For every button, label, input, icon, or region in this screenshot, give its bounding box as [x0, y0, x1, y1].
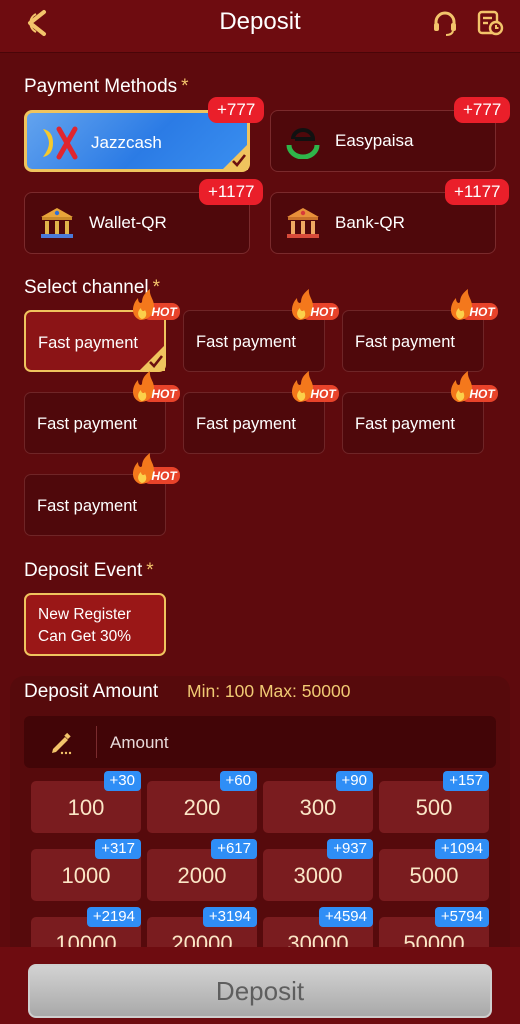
- amount-value: 5000: [409, 863, 459, 888]
- amount-bonus-badge: +60: [219, 771, 257, 791]
- deposit-amount-limits: Min: 100 Max: 50000: [187, 681, 351, 701]
- payment-method-label: Bank-QR: [335, 213, 405, 232]
- customer-support-icon[interactable]: [430, 8, 460, 43]
- hot-fire-badge-icon: HOT: [292, 289, 339, 320]
- input-divider: [96, 726, 97, 758]
- amount-bonus-badge: +2194: [86, 907, 141, 927]
- deposit-event-heading: Deposit Event *: [24, 560, 154, 582]
- selected-check-icon: [222, 144, 248, 170]
- svg-text:HOT: HOT: [151, 469, 178, 483]
- hot-fire-badge-icon: HOT: [451, 371, 498, 402]
- amount-bonus-badge: +1094: [434, 839, 489, 859]
- selected-check-icon: [139, 345, 165, 371]
- svg-text:HOT: HOT: [310, 305, 337, 319]
- payment-methods-label: Payment Methods: [24, 76, 178, 97]
- channel-label: Fast payment: [355, 333, 455, 351]
- amount-bonus-badge: +90: [335, 771, 373, 791]
- deposit-history-icon[interactable]: [476, 9, 504, 42]
- amount-input[interactable]: [108, 724, 482, 762]
- amount-option-button[interactable]: 5000 +1094: [379, 839, 489, 901]
- amount-bonus-badge: +157: [443, 771, 489, 791]
- amount-option-button[interactable]: 1000 +317: [31, 839, 141, 901]
- channel-label: Fast payment: [196, 415, 296, 433]
- required-mark: *: [181, 76, 189, 97]
- bank-building-icon: [287, 208, 319, 238]
- easypaisa-logo-icon: [286, 128, 320, 159]
- svg-text:HOT: HOT: [151, 305, 178, 319]
- svg-text:HOT: HOT: [469, 387, 496, 401]
- svg-text:HOT: HOT: [151, 387, 178, 401]
- pencil-icon: [52, 732, 72, 755]
- amount-option-button[interactable]: 300 +90: [263, 771, 373, 833]
- amount-value: 100: [67, 795, 105, 820]
- top-bar: Deposit: [0, 0, 520, 53]
- deposit-amount-label: Deposit Amount: [24, 681, 159, 702]
- amount-value: 2000: [177, 863, 227, 888]
- svg-text:HOT: HOT: [310, 387, 337, 401]
- bank-building-icon: [41, 208, 73, 238]
- amount-bonus-badge: +317: [95, 839, 141, 859]
- bonus-badge: +1177: [445, 179, 510, 205]
- amount-option-button[interactable]: 200 +60: [147, 771, 257, 833]
- deposit-event-new-register[interactable]: New Register Can Get 30%: [24, 593, 166, 656]
- event-line-1: New Register: [38, 606, 132, 623]
- payment-method-label: Easypaisa: [335, 131, 414, 150]
- channel-label: Fast payment: [355, 415, 455, 433]
- hot-fire-badge-icon: HOT: [292, 371, 339, 402]
- channel-label: Fast payment: [37, 415, 137, 433]
- channel-label: Fast payment: [196, 333, 296, 351]
- amount-field[interactable]: [24, 716, 496, 768]
- hot-fire-badge-icon: HOT: [451, 289, 498, 320]
- amount-option-button[interactable]: 3000 +937: [263, 839, 373, 901]
- bonus-badge: +777: [208, 97, 265, 123]
- payment-method-label: Wallet-QR: [89, 213, 167, 232]
- amount-bonus-badge: +3194: [202, 907, 257, 927]
- amount-value: 1000: [61, 863, 111, 888]
- payment-methods-heading: Payment Methods *: [24, 76, 189, 98]
- amount-option-button[interactable]: 100 +30: [31, 771, 141, 833]
- amount-value: 500: [415, 795, 453, 820]
- amount-option-button[interactable]: 500 +157: [379, 771, 489, 833]
- hot-fire-badge-icon: HOT: [133, 289, 180, 320]
- payment-method-label: Jazzcash: [91, 133, 162, 152]
- amount-value: 3000: [293, 863, 343, 888]
- svg-text:HOT: HOT: [469, 305, 496, 319]
- bonus-badge: +777: [454, 97, 511, 123]
- jazzcash-logo-icon: [43, 126, 78, 160]
- amount-bonus-badge: +4594: [318, 907, 373, 927]
- deposit-button[interactable]: Deposit: [28, 964, 492, 1018]
- amount-bonus-badge: +937: [327, 839, 373, 859]
- required-mark: *: [146, 560, 154, 581]
- amount-value: 200: [183, 795, 221, 820]
- amount-bonus-badge: +30: [103, 771, 141, 791]
- event-line-2: Can Get 30%: [38, 628, 132, 645]
- channel-label: Fast payment: [38, 334, 138, 352]
- amount-value: 300: [299, 795, 337, 820]
- amount-option-button[interactable]: 2000 +617: [147, 839, 257, 901]
- amount-bonus-badge: +5794: [434, 907, 489, 927]
- hot-fire-badge-icon: HOT: [133, 453, 180, 484]
- bonus-badge: +1177: [199, 179, 264, 205]
- hot-fire-badge-icon: HOT: [133, 371, 180, 402]
- channel-label: Fast payment: [37, 497, 137, 515]
- amount-bonus-badge: +617: [211, 839, 257, 859]
- deposit-event-label: Deposit Event: [24, 560, 143, 581]
